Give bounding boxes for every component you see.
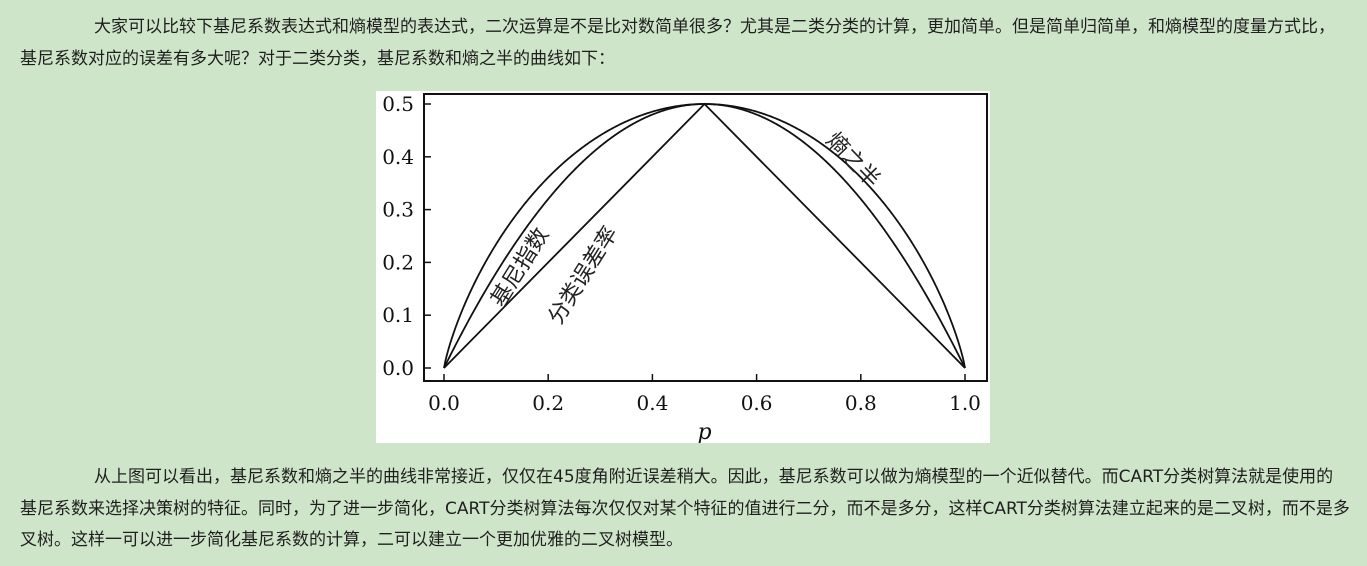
classification-error-curve	[443, 102, 966, 369]
y-tick-label: 0.5	[382, 92, 414, 116]
gini-entropy-chart: 0.0 0.2 0.4 0.6 0.8 1.0 0.0 0.1 0.2 0.3 0.4 0.5 熵之半…	[376, 91, 990, 443]
intro-paragraph-text: 大家可以比较下基尼系数表达式和熵模型的表达式，二次运算是不是比对数简单很多？尤其…	[20, 17, 1335, 69]
y-tick-label: 0.4	[382, 145, 414, 169]
classification-error-label: 分类误差率	[544, 222, 624, 329]
tick-group: 0.0 0.2 0.4 0.6 0.8 1.0 0.0 0.1 0.2 0.3 0.4 0.5	[382, 92, 981, 415]
entropy-half-label: 熵之半	[821, 128, 885, 193]
x-tick-label: 0.0	[428, 391, 460, 415]
conclusion-paragraph: 从上图可以看出，基尼系数和熵之半的曲线非常接近，仅仅在45度角附近误差稍大。因此…	[20, 462, 1350, 557]
x-tick-label: 0.2	[532, 391, 564, 415]
intro-paragraph: 大家可以比较下基尼系数表达式和熵模型的表达式，二次运算是不是比对数简单很多？尤其…	[20, 12, 1350, 75]
x-tick-label: 1.0	[949, 391, 981, 415]
gini-index-curve	[443, 103, 966, 369]
x-tick-label: 0.8	[845, 391, 877, 415]
chart-canvas: 0.0 0.2 0.4 0.6 0.8 1.0 0.0 0.1 0.2 0.3 0.4 0.5 熵之半…	[382, 92, 988, 443]
series-group	[443, 102, 966, 369]
plot-frame	[423, 93, 988, 382]
y-tick-label: 0.2	[382, 250, 414, 274]
x-tick-label: 0.4	[636, 391, 668, 415]
x-tick-label: 0.6	[741, 391, 773, 415]
y-tick-label: 0.3	[382, 198, 414, 222]
conclusion-paragraph-text: 从上图可以看出，基尼系数和熵之半的曲线非常接近，仅仅在45度角附近误差稍大。因此…	[20, 467, 1350, 550]
entropy-half-curve	[443, 103, 966, 369]
y-tick-label: 0.0	[382, 356, 414, 380]
y-tick-label: 0.1	[382, 303, 414, 327]
curve-label-group: 熵之半基尼指数分类误差率	[487, 128, 885, 329]
x-axis-title: p	[697, 420, 711, 443]
